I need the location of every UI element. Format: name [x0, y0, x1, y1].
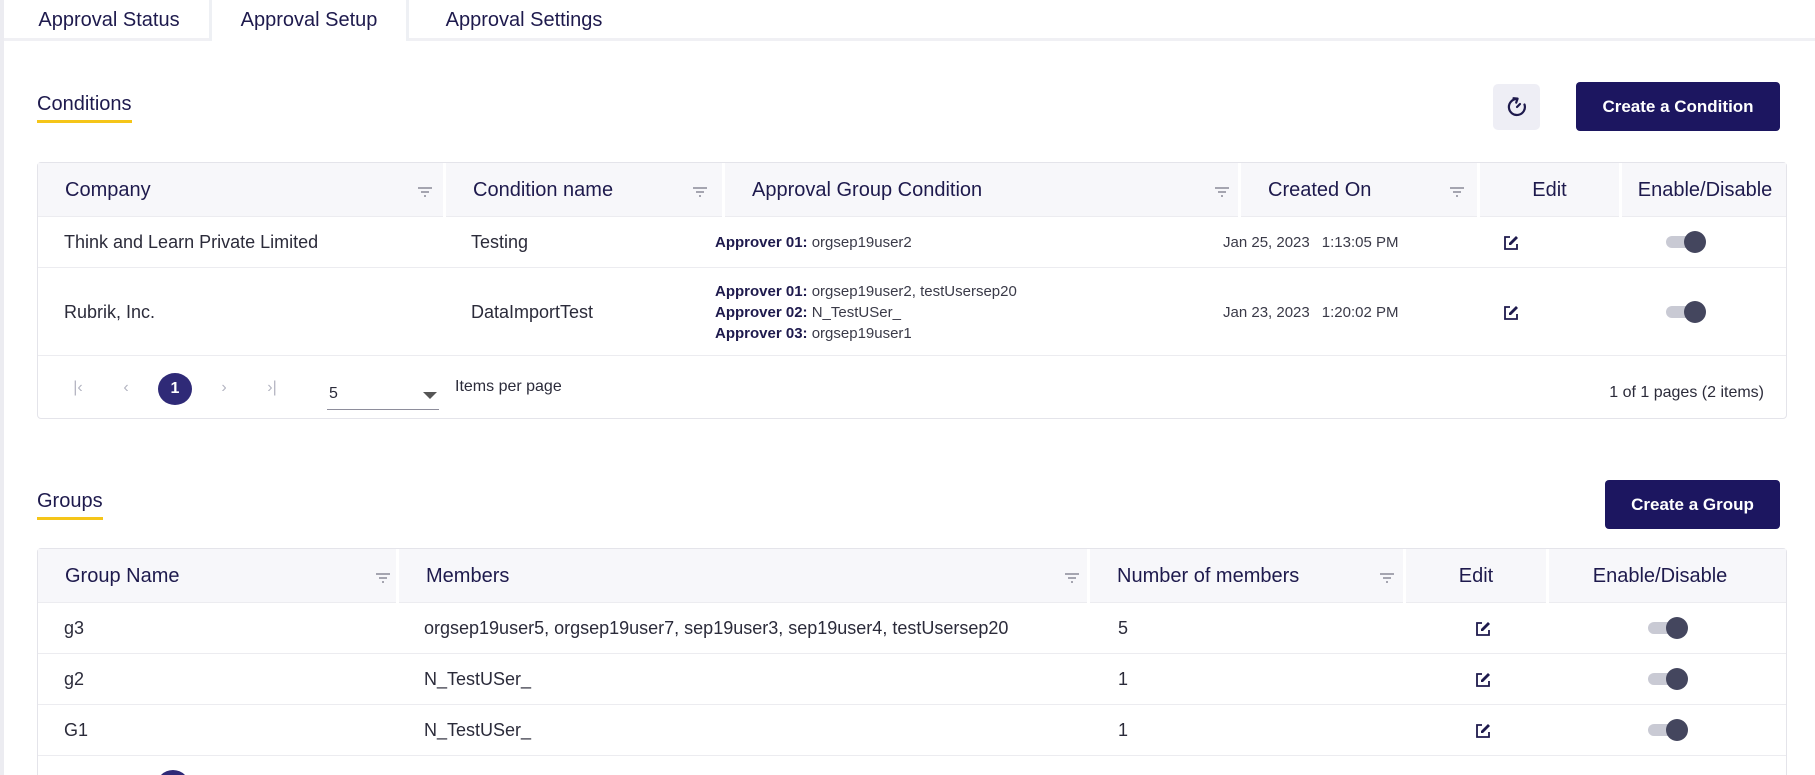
member-count-cell: 1 — [1118, 669, 1129, 689]
group-name-cell: g2 — [64, 669, 85, 689]
enable-toggle[interactable] — [1666, 231, 1706, 253]
member-count-cell: 1 — [1118, 720, 1129, 740]
page-size-select[interactable]: 5 — [327, 378, 439, 410]
col-members[interactable]: Members — [399, 549, 1087, 603]
approver-line: Approver 02: N_TestUSer_ — [715, 303, 901, 321]
tab-approval-setup[interactable]: Approval Setup — [209, 0, 409, 41]
col-edit: Edit — [1532, 178, 1567, 201]
table-row: g3 orgsep19user5, orgsep19user7, sep19us… — [38, 603, 1786, 654]
filter-icon[interactable] — [1063, 571, 1081, 585]
filter-icon[interactable] — [691, 185, 709, 199]
col-company[interactable]: Company — [38, 163, 443, 217]
condition-name-cell: Testing — [471, 232, 529, 252]
filter-icon[interactable] — [1213, 185, 1231, 199]
last-page-button[interactable]: ›| — [260, 376, 284, 400]
left-edge — [0, 0, 4, 775]
enable-toggle[interactable] — [1648, 668, 1688, 690]
create-condition-button[interactable]: Create a Condition — [1576, 82, 1780, 131]
table-row: G1 N_TestUSer_ 1 — [38, 705, 1786, 756]
chevron-down-icon — [423, 392, 437, 399]
table-row: g2 N_TestUSer_ 1 — [38, 654, 1786, 705]
approver-line: Approver 01: orgsep19user2 — [715, 234, 912, 251]
created-on-cell: Jan 23, 2023 1:20:02 PM — [1223, 303, 1399, 321]
table-row: Rubrik, Inc. DataImportTest Approver 01:… — [38, 268, 1786, 356]
edit-icon[interactable] — [1474, 671, 1492, 689]
col-enable-disable: Enable/Disable — [1592, 564, 1728, 587]
approval-group-condition-cell: Approver 01: orgsep19user2 — [715, 217, 912, 268]
col-enable-disable: Enable/Disable — [1637, 178, 1773, 201]
approval-group-condition-cell: Approver 01: orgsep19user2, testUsersep2… — [715, 268, 1017, 356]
table-row: Think and Learn Private Limited Testing … — [38, 217, 1786, 268]
col-created-on[interactable]: Created On — [1241, 163, 1477, 217]
members-cell: orgsep19user5, orgsep19user7, sep19user3… — [424, 618, 1009, 638]
refresh-icon — [1507, 97, 1526, 117]
approver-line: Approver 01: orgsep19user2, testUsersep2… — [715, 282, 1017, 300]
enable-toggle[interactable] — [1666, 301, 1706, 323]
company-cell: Think and Learn Private Limited — [64, 232, 319, 252]
filter-icon[interactable] — [1448, 185, 1466, 199]
members-cell: N_TestUSer_ — [424, 669, 532, 689]
refresh-button[interactable] — [1493, 84, 1540, 130]
col-group-name[interactable]: Group Name — [38, 549, 396, 603]
next-page-button[interactable]: › — [212, 376, 236, 400]
tab-approval-settings[interactable]: Approval Settings — [424, 0, 624, 40]
enable-toggle[interactable] — [1648, 617, 1688, 639]
filter-icon[interactable] — [1378, 571, 1396, 585]
approver-line: Approver 03: orgsep19user1 — [715, 324, 912, 342]
create-group-button[interactable]: Create a Group — [1605, 480, 1780, 529]
groups-table: Group Name Members Number of members Edi… — [37, 548, 1787, 775]
conditions-table: Company Condition name Approval Group Co… — [37, 162, 1787, 419]
groups-title: Groups — [37, 490, 103, 520]
pagination: |‹ ‹ 1 › ›| 5 Items per page 1 of 1 page… — [38, 356, 1786, 422]
col-condition-name[interactable]: Condition name — [446, 163, 722, 217]
tab-approval-status[interactable]: Approval Status — [24, 0, 194, 40]
condition-name-cell: DataImportTest — [471, 301, 594, 322]
edit-icon[interactable] — [1502, 234, 1520, 252]
pagination-info: 1 of 1 pages (2 items) — [1609, 384, 1764, 401]
company-cell: Rubrik, Inc. — [64, 301, 156, 322]
col-edit: Edit — [1458, 564, 1494, 587]
items-per-page-label: Items per page — [455, 378, 562, 395]
col-number-of-members[interactable]: Number of members — [1090, 549, 1403, 603]
tab-bar: Approval Status Approval Setup Approval … — [4, 0, 1815, 41]
first-page-button[interactable]: |‹ — [66, 376, 90, 400]
prev-page-button[interactable]: ‹ — [114, 376, 138, 400]
created-on-cell: Jan 25, 2023 1:13:05 PM — [1223, 234, 1399, 251]
edit-icon[interactable] — [1474, 722, 1492, 740]
filter-icon[interactable] — [374, 571, 392, 585]
edit-icon[interactable] — [1502, 304, 1520, 322]
page-number-button[interactable]: 1 — [158, 373, 192, 405]
filter-icon[interactable] — [416, 185, 434, 199]
members-cell: N_TestUSer_ — [424, 720, 532, 740]
enable-toggle[interactable] — [1648, 719, 1688, 741]
conditions-table-header: Company Condition name Approval Group Co… — [38, 163, 1786, 217]
conditions-title: Conditions — [37, 93, 132, 123]
edit-icon[interactable] — [1474, 620, 1492, 638]
col-approval-group-condition[interactable]: Approval Group Condition — [725, 163, 1238, 217]
group-name-cell: G1 — [64, 720, 89, 740]
member-count-cell: 5 — [1118, 618, 1129, 638]
groups-table-header: Group Name Members Number of members Edi… — [38, 549, 1786, 603]
group-name-cell: g3 — [64, 618, 85, 638]
